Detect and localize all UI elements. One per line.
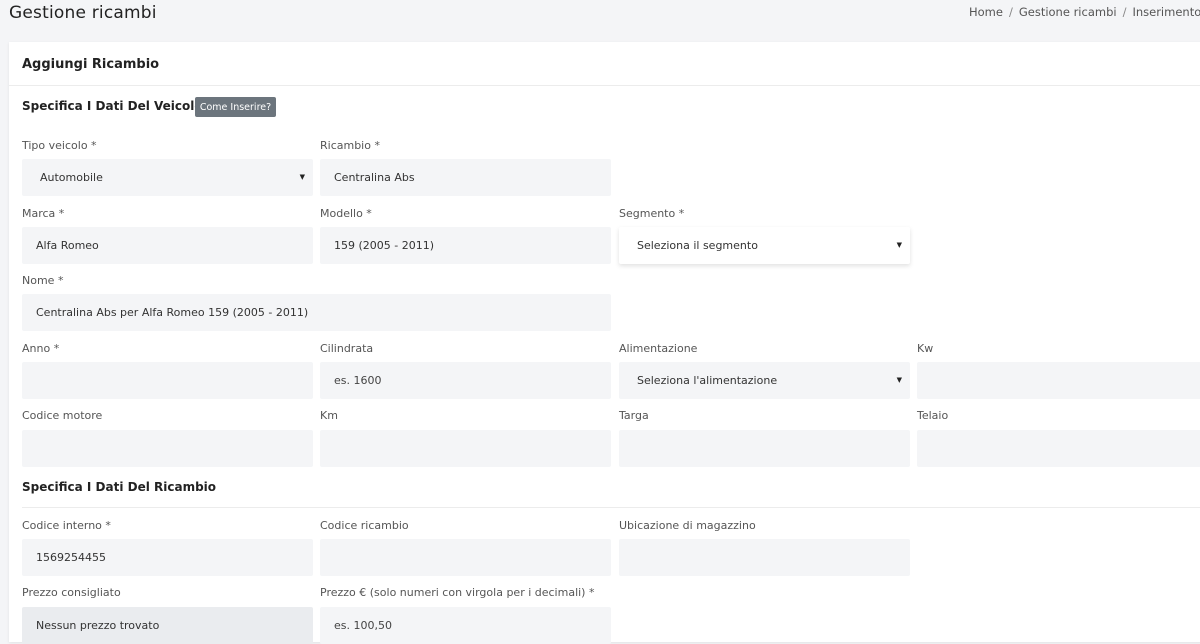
prezzo-consigliato-field: Nessun prezzo trovato	[22, 607, 313, 644]
breadcrumb-separator: /	[1122, 5, 1127, 19]
breadcrumb-separator: /	[1008, 5, 1013, 19]
codice-ricambio-field[interactable]	[320, 539, 611, 576]
card-title: Aggiungi Ricambio	[22, 57, 160, 72]
codice-ricambio-label: Codice ricambio	[320, 519, 409, 532]
codice-motore-label: Codice motore	[22, 409, 103, 422]
segmento-select[interactable]: Seleziona il segmento ▼	[619, 227, 910, 264]
tipo-veicolo-value: Automobile	[40, 171, 103, 184]
cilindrata-label: Cilindrata	[320, 342, 374, 355]
modello-label: Modello *	[320, 207, 372, 220]
tipo-veicolo-label: Tipo veicolo *	[22, 139, 97, 152]
prezzo-label: Prezzo € (solo numeri con virgola per i …	[320, 586, 595, 599]
telaio-label: Telaio	[917, 409, 949, 422]
alimentazione-value: Seleziona l'alimentazione	[637, 374, 778, 387]
codice-interno-label: Codice interno *	[22, 519, 111, 532]
breadcrumb-current: Inserimento ricam	[1132, 5, 1200, 19]
codice-interno-value: 1569254455	[36, 551, 106, 564]
prezzo-field[interactable]: es. 100,50	[320, 607, 611, 644]
ubicazione-label: Ubicazione di magazzino	[619, 519, 756, 532]
prezzo-placeholder: es. 100,50	[334, 619, 392, 632]
codice-interno-field[interactable]: 1569254455	[22, 539, 313, 576]
kw-label: Kw	[917, 342, 934, 355]
marca-value: Alfa Romeo	[36, 239, 99, 252]
anno-label: Anno *	[22, 342, 60, 355]
kw-field[interactable]	[917, 362, 1200, 399]
anno-field[interactable]	[22, 362, 313, 399]
ricambio-value: Centralina Abs	[334, 171, 415, 184]
km-field[interactable]	[320, 430, 611, 467]
ubicazione-field[interactable]	[619, 539, 910, 576]
modello-value: 159 (2005 - 2011)	[334, 239, 435, 252]
modello-field[interactable]: 159 (2005 - 2011)	[320, 227, 611, 264]
targa-label: Targa	[619, 409, 649, 422]
codice-motore-field[interactable]	[22, 430, 313, 467]
card-divider	[9, 85, 1200, 86]
part-section-title: Specifica I Dati Del Ricambio	[22, 480, 217, 494]
alimentazione-select[interactable]: Seleziona l'alimentazione ▼	[619, 362, 910, 399]
targa-field[interactable]	[619, 430, 910, 467]
marca-label: Marca *	[22, 207, 65, 220]
dropdown-caret-icon: ▼	[896, 376, 902, 384]
nome-value: Centralina Abs per Alfa Romeo 159 (2005 …	[36, 306, 309, 319]
how-to-insert-button[interactable]: Come Inserire?	[195, 97, 276, 117]
alimentazione-label: Alimentazione	[619, 342, 698, 355]
ricambio-label: Ricambio *	[320, 139, 380, 152]
section-divider	[22, 507, 1200, 508]
dropdown-caret-icon: ▼	[299, 173, 305, 181]
prezzo-consigliato-label: Prezzo consigliato	[22, 586, 121, 599]
tipo-veicolo-select[interactable]: Automobile ▼	[22, 159, 313, 196]
nome-label: Nome *	[22, 274, 64, 287]
telaio-field[interactable]	[917, 430, 1200, 467]
prezzo-consigliato-value: Nessun prezzo trovato	[36, 619, 160, 632]
km-label: Km	[320, 409, 338, 422]
segmento-value: Seleziona il segmento	[637, 239, 758, 252]
ricambio-field[interactable]: Centralina Abs	[320, 159, 611, 196]
vehicle-section-title: Specifica I Dati Del Veicolo	[22, 99, 203, 113]
page-title: Gestione ricambi	[9, 3, 157, 23]
cilindrata-field[interactable]: es. 1600	[320, 362, 611, 399]
breadcrumb-gestione-link[interactable]: Gestione ricambi	[1019, 5, 1117, 19]
add-part-card: Aggiungi Ricambio Specifica I Dati Del V…	[9, 42, 1200, 644]
dropdown-caret-icon: ▼	[896, 241, 902, 249]
breadcrumb: Home / Gestione ricambi / Inserimento ricam	[969, 5, 1200, 19]
breadcrumb-home-link[interactable]: Home	[969, 5, 1003, 19]
segmento-label: Segmento *	[619, 207, 685, 220]
nome-field[interactable]: Centralina Abs per Alfa Romeo 159 (2005 …	[22, 294, 611, 331]
marca-field[interactable]: Alfa Romeo	[22, 227, 313, 264]
cilindrata-placeholder: es. 1600	[334, 374, 382, 387]
